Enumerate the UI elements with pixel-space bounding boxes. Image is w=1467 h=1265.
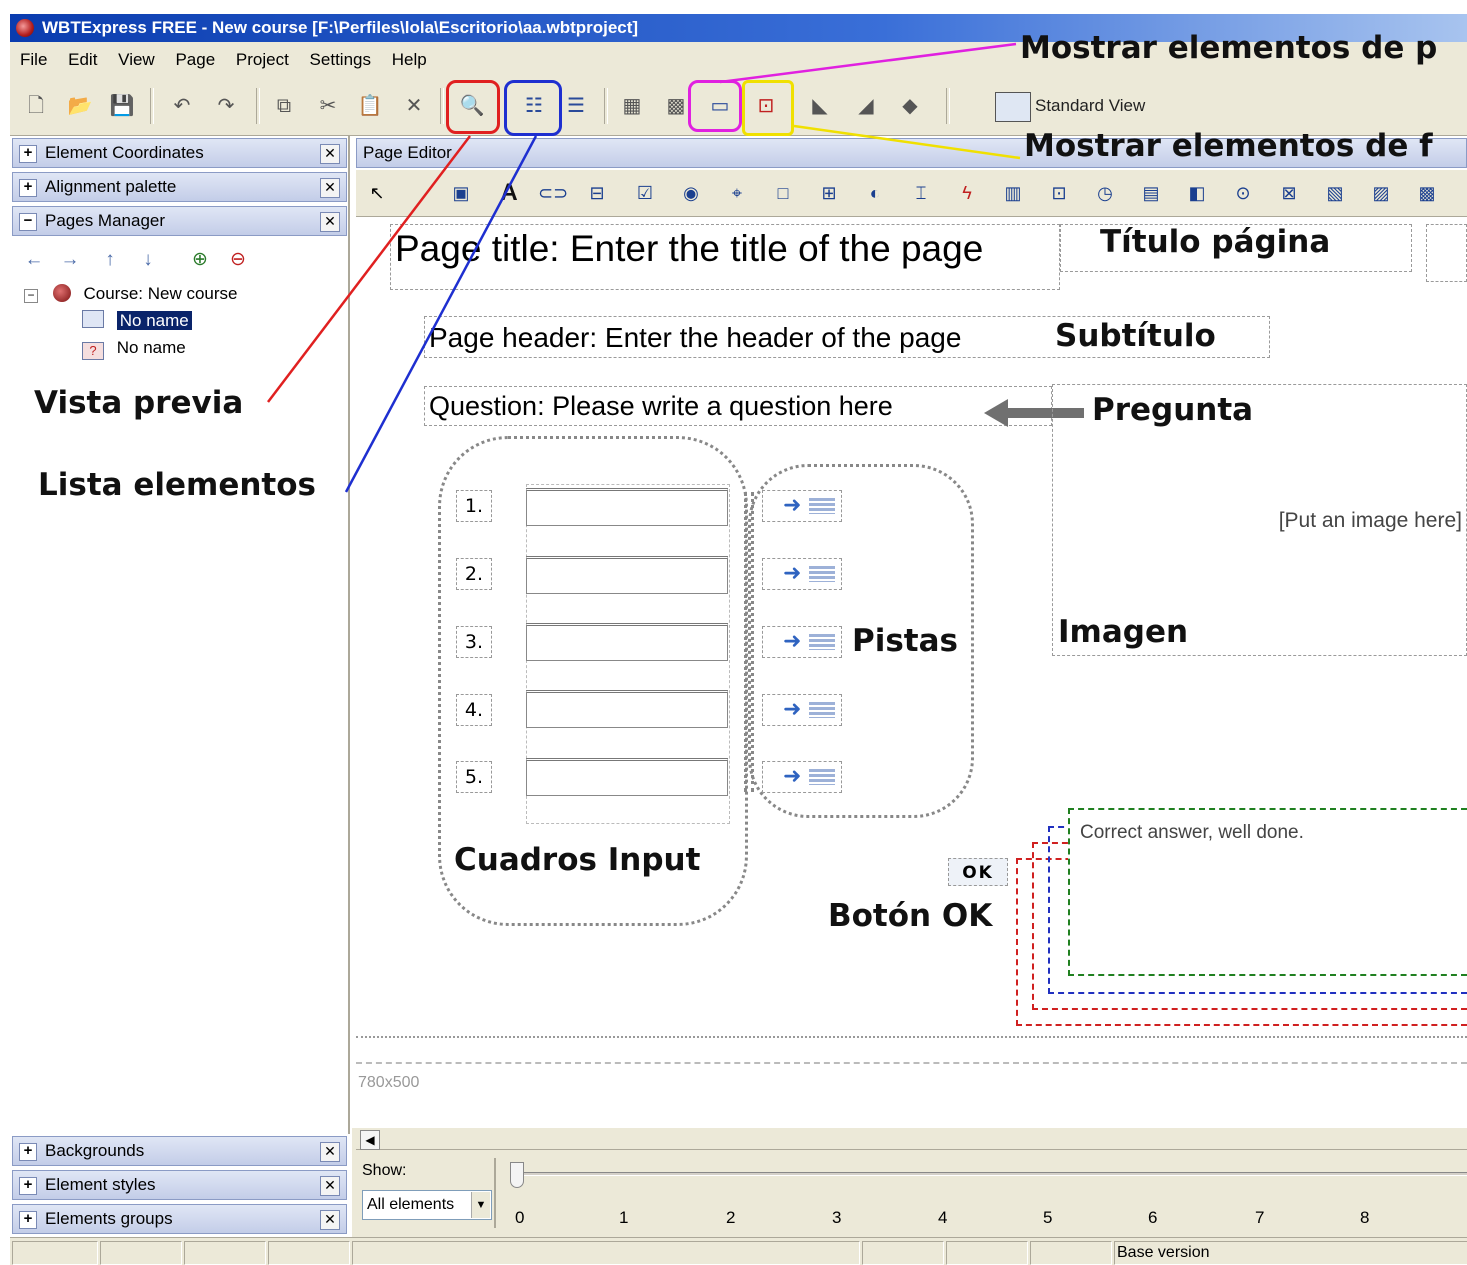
slider-tick: 5 — [1043, 1208, 1053, 1227]
panel-elements-groups[interactable]: + Elements groups ✕ — [12, 1204, 347, 1234]
panel-label: Elements groups — [45, 1209, 173, 1228]
version-label: Base version — [1117, 1244, 1210, 1261]
panel-backgrounds[interactable]: + Backgrounds ✕ — [12, 1136, 347, 1166]
panel-label: Element styles — [45, 1175, 156, 1194]
status-version: Base version — [1114, 1241, 1467, 1265]
show-label: Show: — [362, 1162, 407, 1179]
divider — [494, 1158, 496, 1228]
expand-icon[interactable]: + — [19, 1177, 37, 1195]
status-cell — [946, 1241, 1028, 1265]
status-cell — [12, 1241, 98, 1265]
expand-icon[interactable]: + — [19, 1143, 37, 1161]
status-cell — [352, 1241, 860, 1265]
slider-tick: 8 — [1360, 1208, 1370, 1227]
slider-tick: 6 — [1148, 1208, 1158, 1227]
status-cell — [862, 1241, 944, 1265]
layer-area: ◀ Show: All elements ▼ 0 1 2 3 4 5 6 7 8 — [352, 1128, 1467, 1237]
panel-label: Backgrounds — [45, 1141, 145, 1160]
slider-tick: 4 — [938, 1208, 948, 1227]
horizontal-scrollbar[interactable]: ◀ — [356, 1128, 1467, 1150]
slider-tick: 3 — [832, 1208, 842, 1227]
callout-lines — [267, 42, 1021, 493]
status-cell — [100, 1241, 182, 1265]
show-select-value: All elements — [367, 1196, 455, 1213]
scroll-left-icon[interactable]: ◀ — [360, 1130, 380, 1150]
slider-tick: 2 — [726, 1208, 736, 1227]
expand-icon[interactable]: + — [19, 1211, 37, 1229]
page-elements-callout-line — [719, 42, 1017, 84]
panel-element-styles[interactable]: + Element styles ✕ — [12, 1170, 347, 1200]
close-icon[interactable]: ✕ — [320, 1142, 340, 1162]
show-select[interactable]: All elements ▼ — [362, 1190, 492, 1220]
layer-slider-thumb[interactable] — [510, 1162, 524, 1188]
chevron-down-icon[interactable]: ▼ — [471, 1192, 490, 1218]
preview-callout-line — [267, 135, 471, 403]
status-bar: Base version — [10, 1237, 1467, 1265]
status-cell — [184, 1241, 266, 1265]
slider-tick: 7 — [1255, 1208, 1265, 1227]
status-cell — [1030, 1241, 1112, 1265]
slider-tick: 0 — [515, 1208, 525, 1227]
bottom-left-panels: + Backgrounds ✕ + Element styles ✕ + Ele… — [10, 1134, 350, 1237]
list-callout-line — [344, 135, 538, 493]
layer-slider-track[interactable] — [518, 1172, 1467, 1176]
slider-tick: 1 — [619, 1208, 629, 1227]
feedback-elements-callout-line — [793, 124, 1021, 160]
close-icon[interactable]: ✕ — [320, 1210, 340, 1230]
close-icon[interactable]: ✕ — [320, 1176, 340, 1196]
status-cell — [268, 1241, 350, 1265]
